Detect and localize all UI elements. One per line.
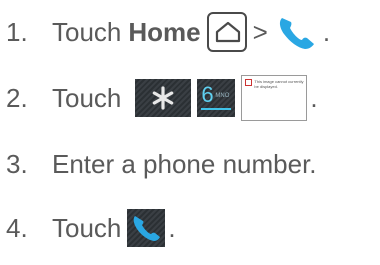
step-text: Touch [52, 212, 122, 243]
step-text: Touch [52, 82, 122, 113]
home-label: Home [128, 16, 201, 47]
phone-icon [127, 209, 166, 247]
step-number: 3. [6, 148, 28, 179]
step-4: 4. Touch . [6, 202, 176, 254]
period: . [322, 16, 331, 47]
key-digit: 6 [201, 82, 214, 107]
period: . [168, 212, 176, 243]
six-key-icon: 6 MNO [197, 79, 236, 117]
step-3: 3. Enter a phone number. [6, 138, 317, 190]
home-icon [206, 12, 247, 52]
step-1: 1. Touch Home > . [6, 6, 330, 58]
step-text: Touch [52, 16, 122, 47]
step-number: 1. [6, 16, 28, 47]
step-text: Enter a phone number. [52, 148, 317, 179]
step-number: 2. [6, 82, 28, 113]
asterisk-key-icon [135, 79, 192, 117]
step-2: 2. Touch 6 MNO This image cannot current… [6, 72, 318, 124]
broken-image-mark [245, 79, 253, 86]
step-number: 4. [6, 212, 28, 243]
broken-image-text: This image cannot currently be displayed… [254, 79, 304, 89]
key-underline [201, 108, 232, 110]
separator: > [252, 16, 268, 47]
period: . [310, 82, 318, 113]
key-letters: MNO [215, 93, 230, 99]
broken-image-icon: This image cannot currently be displayed… [241, 75, 308, 121]
phone-icon [274, 12, 320, 52]
